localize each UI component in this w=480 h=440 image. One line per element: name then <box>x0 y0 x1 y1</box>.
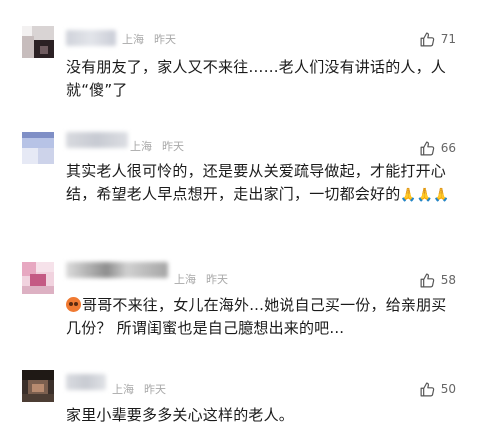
like-button[interactable]: 66 <box>419 139 456 157</box>
thumbs-up-icon <box>420 273 434 287</box>
like-count: 50 <box>440 382 456 396</box>
comment-time: 昨天 <box>154 33 176 46</box>
comment-text: 家里小辈要多多关心这样的老人。 <box>66 406 295 424</box>
thumbs-up-icon <box>420 382 434 396</box>
avatar[interactable] <box>22 26 54 58</box>
comment-item: 上海 昨天 50 家里小辈要多多关心这样的老人。 <box>0 352 480 440</box>
like-count: 58 <box>440 273 456 287</box>
prayer-emoji: 🙏🙏🙏 <box>400 188 450 203</box>
like-button[interactable]: 58 <box>419 271 456 289</box>
avatar[interactable] <box>22 132 54 164</box>
comment-item: 上海 昨天 66 其实老人很可怜的，还是要从关爱疏导做起，才能打开心结，希望老人早… <box>0 110 480 240</box>
thumbs-up-icon <box>420 141 434 155</box>
avatar[interactable] <box>22 370 54 402</box>
thumbs-up-icon <box>420 32 434 46</box>
comment-text: 没有朋友了，家人又不来往……老人们没有讲话的人，人就“傻”了 <box>66 58 447 99</box>
username[interactable] <box>66 374 106 390</box>
comment-time: 昨天 <box>206 273 228 286</box>
like-button[interactable]: 50 <box>419 380 456 398</box>
comment-location: 上海 <box>122 33 144 46</box>
comment-meta: 上海 昨天 <box>112 381 166 397</box>
like-button[interactable]: 71 <box>419 30 456 48</box>
comment-location: 上海 <box>112 383 134 396</box>
comment-meta: 上海 昨天 <box>174 271 228 287</box>
pleading-emoji-icon <box>66 297 81 312</box>
comment-location: 上海 <box>174 273 196 286</box>
comment-meta: 上海 昨天 <box>130 138 184 154</box>
comment-text: 哥哥不来往，女儿在海外...她说自己买一份，给亲朋买几份？ 所谓闺蜜也是自己臆想… <box>66 296 447 337</box>
username[interactable] <box>66 30 116 46</box>
comment-location: 上海 <box>130 140 152 153</box>
like-count: 66 <box>440 141 456 155</box>
username[interactable] <box>66 132 128 148</box>
comment-time: 昨天 <box>162 140 184 153</box>
comment-item: 上海 昨天 71 没有朋友了，家人又不来往……老人们没有讲话的人，人就“傻”了 <box>0 0 480 110</box>
comment-time: 昨天 <box>144 383 166 396</box>
avatar[interactable] <box>22 262 54 294</box>
comment-meta: 上海 昨天 <box>122 31 176 47</box>
comment-text: 其实老人很可怜的，还是要从关爱疏导做起，才能打开心结，希望老人早点想开，走出家门… <box>66 162 450 203</box>
username[interactable] <box>66 262 168 278</box>
comment-item: 上海 昨天 58 哥哥不来往，女儿在海外...她说自己买一份，给亲朋买几份？ 所谓… <box>0 240 480 352</box>
like-count: 71 <box>440 32 456 46</box>
